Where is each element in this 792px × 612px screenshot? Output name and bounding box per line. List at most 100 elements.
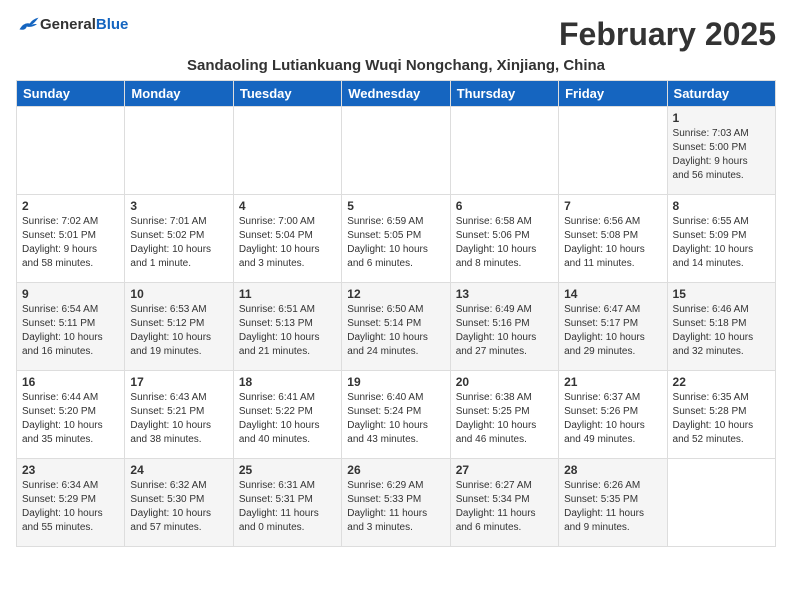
day-info: Sunrise: 6:43 AM Sunset: 5:21 PM Dayligh… — [130, 391, 227, 447]
day-info: Sunrise: 6:58 AM Sunset: 5:06 PM Dayligh… — [456, 215, 553, 271]
table-row: 15 Sunrise: 6:46 AM Sunset: 5:18 PM Dayli… — [667, 283, 775, 371]
day-number: 2 — [22, 199, 119, 213]
table-row: 23 Sunrise: 6:34 AM Sunset: 5:29 PM Dayli… — [17, 459, 125, 547]
day-number: 15 — [673, 287, 770, 301]
location-title: Sandaoling Lutiankuang Wuqi Nongchang, X… — [16, 57, 776, 74]
day-number: 20 — [456, 375, 553, 389]
header-friday: Friday — [559, 81, 667, 107]
day-info: Sunrise: 6:38 AM Sunset: 5:25 PM Dayligh… — [456, 391, 553, 447]
day-info: Sunrise: 7:03 AM Sunset: 5:00 PM Dayligh… — [673, 127, 770, 183]
table-row — [342, 107, 450, 195]
day-number: 28 — [564, 463, 661, 477]
day-info: Sunrise: 6:31 AM Sunset: 5:31 PM Dayligh… — [239, 479, 336, 535]
logo-bird-icon — [18, 16, 40, 34]
table-row — [559, 107, 667, 195]
header-tuesday: Tuesday — [233, 81, 341, 107]
day-number: 18 — [239, 375, 336, 389]
day-info: Sunrise: 6:51 AM Sunset: 5:13 PM Dayligh… — [239, 303, 336, 359]
header-monday: Monday — [125, 81, 233, 107]
table-row — [125, 107, 233, 195]
table-row: 14 Sunrise: 6:47 AM Sunset: 5:17 PM Dayli… — [559, 283, 667, 371]
day-info: Sunrise: 6:32 AM Sunset: 5:30 PM Dayligh… — [130, 479, 227, 535]
day-number: 23 — [22, 463, 119, 477]
table-row: 18 Sunrise: 6:41 AM Sunset: 5:22 PM Dayli… — [233, 371, 341, 459]
page-header: GeneralBlue February 2025 — [16, 16, 776, 53]
header-thursday: Thursday — [450, 81, 558, 107]
day-number: 8 — [673, 199, 770, 213]
table-row: 26Sunrise: 6:29 AM Sunset: 5:33 PM Dayli… — [342, 459, 450, 547]
day-number: 25 — [239, 463, 336, 477]
table-row: 9 Sunrise: 6:54 AM Sunset: 5:11 PM Daylig… — [17, 283, 125, 371]
day-number: 9 — [22, 287, 119, 301]
logo-blue-text: Blue — [96, 16, 129, 33]
day-number: 24 — [130, 463, 227, 477]
calendar-week-4: 16 Sunrise: 6:44 AM Sunset: 5:20 PM Dayli… — [17, 371, 776, 459]
day-number: 16 — [22, 375, 119, 389]
table-row: 6 Sunrise: 6:58 AM Sunset: 5:06 PM Daylig… — [450, 195, 558, 283]
logo-general-text: General — [40, 16, 96, 33]
calendar-week-3: 9 Sunrise: 6:54 AM Sunset: 5:11 PM Daylig… — [17, 283, 776, 371]
day-info: Sunrise: 7:00 AM Sunset: 5:04 PM Dayligh… — [239, 215, 336, 271]
day-number: 14 — [564, 287, 661, 301]
day-number: 1 — [673, 111, 770, 125]
day-number: 3 — [130, 199, 227, 213]
day-info: Sunrise: 7:02 AM Sunset: 5:01 PM Dayligh… — [22, 215, 119, 271]
day-info: Sunrise: 7:01 AM Sunset: 5:02 PM Dayligh… — [130, 215, 227, 271]
day-number: 17 — [130, 375, 227, 389]
day-number: 27 — [456, 463, 553, 477]
day-number: 11 — [239, 287, 336, 301]
logo: GeneralBlue — [16, 16, 128, 34]
table-row: 19 Sunrise: 6:40 AM Sunset: 5:24 PM Dayli… — [342, 371, 450, 459]
calendar-week-1: 1 Sunrise: 7:03 AM Sunset: 5:00 PM Daylig… — [17, 107, 776, 195]
day-info: Sunrise: 6:55 AM Sunset: 5:09 PM Dayligh… — [673, 215, 770, 271]
table-row: 16 Sunrise: 6:44 AM Sunset: 5:20 PM Dayli… — [17, 371, 125, 459]
day-number: 19 — [347, 375, 444, 389]
table-row: 17 Sunrise: 6:43 AM Sunset: 5:21 PM Dayli… — [125, 371, 233, 459]
day-info: Sunrise: 6:44 AM Sunset: 5:20 PM Dayligh… — [22, 391, 119, 447]
table-row: 8 Sunrise: 6:55 AM Sunset: 5:09 PM Daylig… — [667, 195, 775, 283]
day-number: 10 — [130, 287, 227, 301]
table-row — [667, 459, 775, 547]
table-row: 2 Sunrise: 7:02 AM Sunset: 5:01 PM Daylig… — [17, 195, 125, 283]
table-row: 20 Sunrise: 6:38 AM Sunset: 5:25 PM Dayli… — [450, 371, 558, 459]
day-number: 6 — [456, 199, 553, 213]
table-row: 21 Sunrise: 6:37 AM Sunset: 5:26 PM Dayli… — [559, 371, 667, 459]
table-row: 10Sunrise: 6:53 AM Sunset: 5:12 PM Dayli… — [125, 283, 233, 371]
table-row: 24 Sunrise: 6:32 AM Sunset: 5:30 PM Dayli… — [125, 459, 233, 547]
day-number: 12 — [347, 287, 444, 301]
calendar-week-5: 23 Sunrise: 6:34 AM Sunset: 5:29 PM Dayli… — [17, 459, 776, 547]
day-info: Sunrise: 6:50 AM Sunset: 5:14 PM Dayligh… — [347, 303, 444, 359]
day-info: Sunrise: 6:27 AM Sunset: 5:34 PM Dayligh… — [456, 479, 553, 535]
day-info: Sunrise: 6:37 AM Sunset: 5:26 PM Dayligh… — [564, 391, 661, 447]
table-row — [17, 107, 125, 195]
day-info: Sunrise: 6:41 AM Sunset: 5:22 PM Dayligh… — [239, 391, 336, 447]
table-row: 7 Sunrise: 6:56 AM Sunset: 5:08 PM Daylig… — [559, 195, 667, 283]
day-info: Sunrise: 6:34 AM Sunset: 5:29 PM Dayligh… — [22, 479, 119, 535]
table-row: 3 Sunrise: 7:01 AM Sunset: 5:02 PM Daylig… — [125, 195, 233, 283]
header-sunday: Sunday — [17, 81, 125, 107]
header-saturday: Saturday — [667, 81, 775, 107]
table-row: 11 Sunrise: 6:51 AM Sunset: 5:13 PM Dayli… — [233, 283, 341, 371]
table-row: 1 Sunrise: 7:03 AM Sunset: 5:00 PM Daylig… — [667, 107, 775, 195]
calendar-table: Sunday Monday Tuesday Wednesday Thursday… — [16, 80, 776, 547]
day-number: 5 — [347, 199, 444, 213]
calendar-week-2: 2 Sunrise: 7:02 AM Sunset: 5:01 PM Daylig… — [17, 195, 776, 283]
day-info: Sunrise: 6:56 AM Sunset: 5:08 PM Dayligh… — [564, 215, 661, 271]
calendar-header-row: Sunday Monday Tuesday Wednesday Thursday… — [17, 81, 776, 107]
table-row: 12 Sunrise: 6:50 AM Sunset: 5:14 PM Dayli… — [342, 283, 450, 371]
day-info: Sunrise: 6:46 AM Sunset: 5:18 PM Dayligh… — [673, 303, 770, 359]
day-number: 22 — [673, 375, 770, 389]
day-number: 13 — [456, 287, 553, 301]
table-row: 25 Sunrise: 6:31 AM Sunset: 5:31 PM Dayli… — [233, 459, 341, 547]
day-info: Sunrise: 6:49 AM Sunset: 5:16 PM Dayligh… — [456, 303, 553, 359]
day-number: 7 — [564, 199, 661, 213]
table-row: 5 Sunrise: 6:59 AM Sunset: 5:05 PM Daylig… — [342, 195, 450, 283]
day-number: 26 — [347, 463, 444, 477]
day-number: 21 — [564, 375, 661, 389]
month-title: February 2025 — [559, 16, 776, 53]
header-wednesday: Wednesday — [342, 81, 450, 107]
day-info: Sunrise: 6:40 AM Sunset: 5:24 PM Dayligh… — [347, 391, 444, 447]
day-info: Sunrise: 6:47 AM Sunset: 5:17 PM Dayligh… — [564, 303, 661, 359]
day-info: Sunrise: 6:54 AM Sunset: 5:11 PM Dayligh… — [22, 303, 119, 359]
day-info: Sunrise: 6:59 AM Sunset: 5:05 PM Dayligh… — [347, 215, 444, 271]
